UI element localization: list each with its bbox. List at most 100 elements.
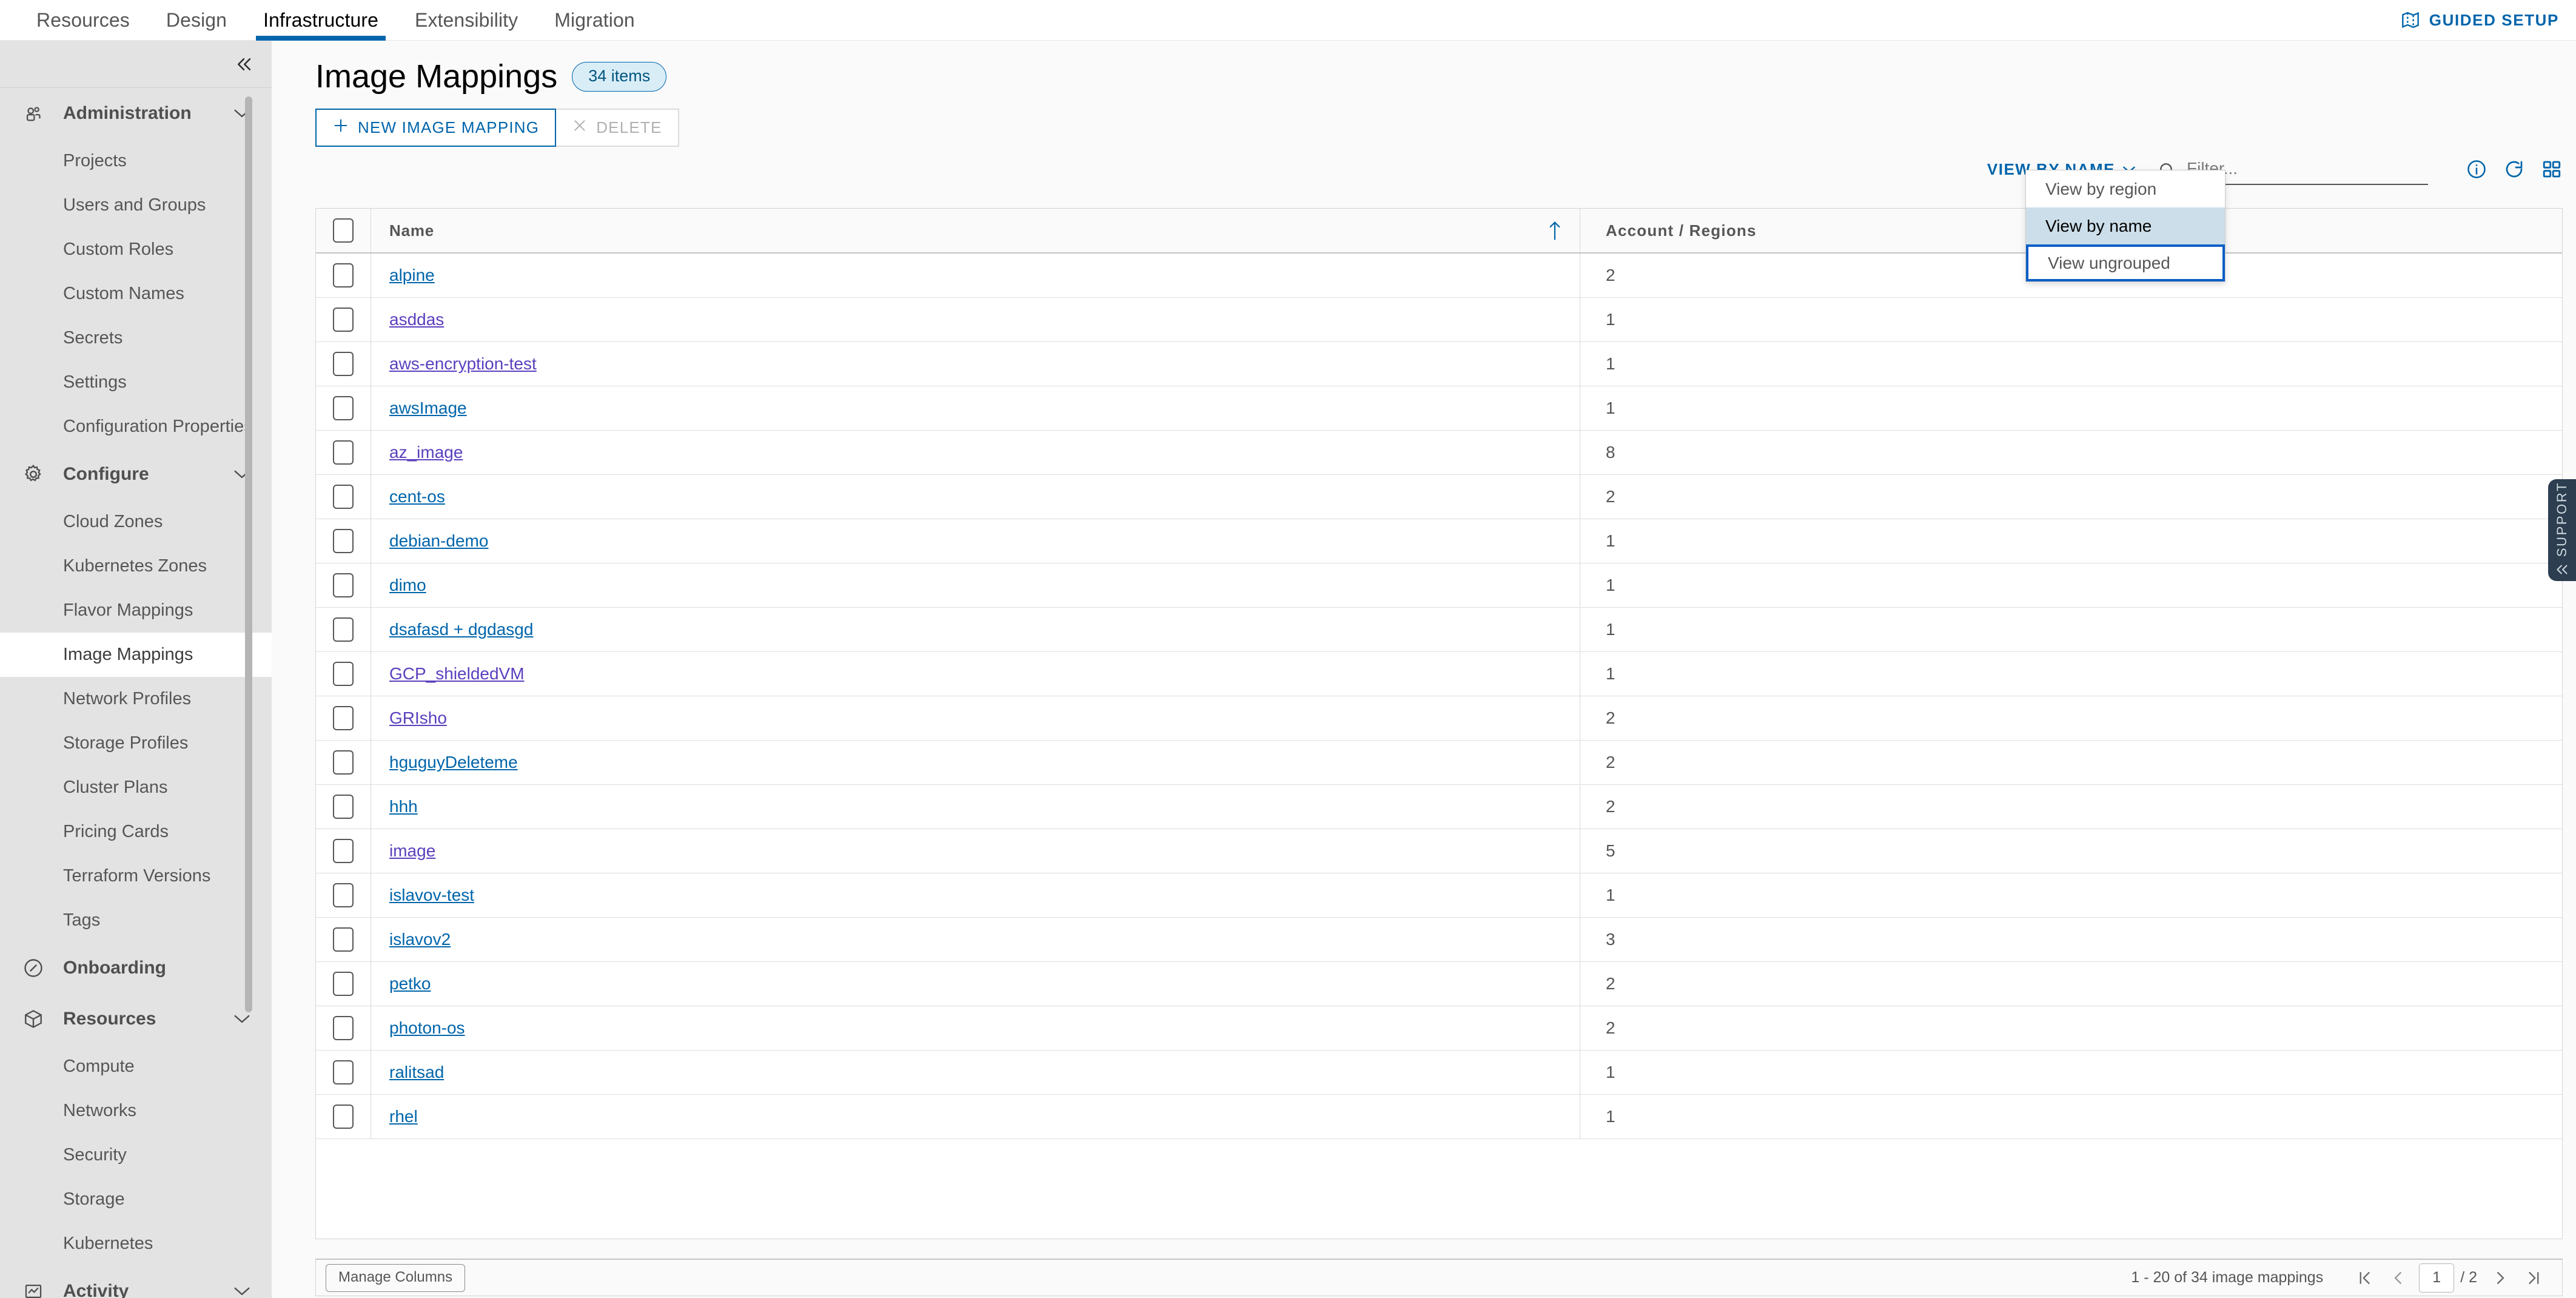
first-page-icon[interactable] — [2347, 1269, 2381, 1287]
table-row[interactable]: asddas 1 — [316, 298, 2562, 342]
sidebar-item-settings[interactable]: Settings — [0, 360, 272, 405]
sidebar-item-storage[interactable]: Storage — [0, 1177, 272, 1222]
row-checkbox[interactable] — [333, 440, 354, 465]
row-checkbox[interactable] — [333, 839, 354, 863]
sidebar-item-custom-roles[interactable]: Custom Roles — [0, 227, 272, 272]
dropdown-item-view-ungrouped[interactable]: View ungrouped — [2026, 244, 2225, 281]
sidebar-item-custom-names[interactable]: Custom Names — [0, 272, 272, 316]
dropdown-item-view-by-region[interactable]: View by region — [2026, 170, 2225, 207]
sidebar-item-users-and-groups[interactable]: Users and Groups — [0, 183, 272, 227]
sidebar-item-compute[interactable]: Compute — [0, 1044, 272, 1089]
sidebar-item-flavor-mappings[interactable]: Flavor Mappings — [0, 588, 272, 633]
sidebar-item-kubernetes-zones[interactable]: Kubernetes Zones — [0, 544, 272, 588]
row-checkbox[interactable] — [333, 662, 354, 686]
table-row[interactable]: aws-encryption-test 1 — [316, 342, 2562, 386]
row-checkbox[interactable] — [333, 1016, 354, 1040]
image-mapping-link[interactable]: islavov-test — [389, 886, 474, 905]
guided-setup-button[interactable]: GUIDED SETUP — [2400, 10, 2559, 30]
sidebar-group-resources[interactable]: Resources — [0, 994, 272, 1044]
table-row[interactable]: photon-os 2 — [316, 1006, 2562, 1051]
row-checkbox[interactable] — [333, 1060, 354, 1084]
image-mapping-link[interactable]: debian-demo — [389, 531, 488, 551]
image-mapping-link[interactable]: GCP_shieldedVM — [389, 664, 525, 684]
sidebar-item-configuration-properties[interactable]: Configuration Properties — [0, 405, 272, 449]
image-mapping-link[interactable]: asddas — [389, 310, 444, 329]
sidebar-group-activity[interactable]: Activity — [0, 1266, 272, 1298]
table-row[interactable]: dimo 1 — [316, 563, 2562, 608]
sidebar-group-configure[interactable]: Configure — [0, 449, 272, 500]
manage-columns-button[interactable]: Manage Columns — [326, 1263, 466, 1292]
top-nav-item-migration[interactable]: Migration — [536, 0, 653, 41]
image-mapping-link[interactable]: hhh — [389, 797, 418, 816]
table-row[interactable]: hhh 2 — [316, 785, 2562, 829]
image-mapping-link[interactable]: awsImage — [389, 398, 467, 418]
table-row[interactable]: ralitsad 1 — [316, 1051, 2562, 1095]
refresh-icon[interactable] — [2503, 158, 2525, 180]
table-row[interactable]: image 5 — [316, 829, 2562, 873]
table-row[interactable]: az_image 8 — [316, 431, 2562, 475]
row-checkbox[interactable] — [333, 529, 354, 553]
row-checkbox[interactable] — [333, 573, 354, 597]
row-checkbox[interactable] — [333, 883, 354, 907]
sidebar-item-secrets[interactable]: Secrets — [0, 316, 272, 360]
column-header-name[interactable]: Name — [371, 209, 1580, 252]
image-mapping-link[interactable]: ralitsad — [389, 1063, 444, 1082]
table-row[interactable]: hguguyDeleteme 2 — [316, 741, 2562, 785]
table-row[interactable]: GRIsho 2 — [316, 696, 2562, 741]
sidebar-item-storage-profiles[interactable]: Storage Profiles — [0, 721, 272, 765]
sidebar-item-terraform-versions[interactable]: Terraform Versions — [0, 854, 272, 898]
sidebar-item-image-mappings[interactable]: Image Mappings — [0, 633, 272, 677]
sidebar-item-projects[interactable]: Projects — [0, 139, 272, 183]
sidebar-item-security[interactable]: Security — [0, 1133, 272, 1177]
top-nav-item-extensibility[interactable]: Extensibility — [397, 0, 536, 41]
row-checkbox[interactable] — [333, 308, 354, 332]
sidebar-item-networks[interactable]: Networks — [0, 1089, 272, 1133]
table-row[interactable]: islavov-test 1 — [316, 873, 2562, 918]
image-mapping-link[interactable]: rhel — [389, 1107, 418, 1126]
row-checkbox[interactable] — [333, 1105, 354, 1129]
image-mapping-link[interactable]: dsafasd + dgdasgd — [389, 620, 533, 639]
row-checkbox[interactable] — [333, 396, 354, 420]
image-mapping-link[interactable]: GRIsho — [389, 708, 447, 728]
sidebar-item-network-profiles[interactable]: Network Profiles — [0, 677, 272, 721]
select-all-checkbox[interactable] — [333, 218, 354, 243]
image-mapping-link[interactable]: islavov2 — [389, 930, 451, 949]
sidebar-item-kubernetes[interactable]: Kubernetes — [0, 1222, 272, 1266]
sidebar-item-tags[interactable]: Tags — [0, 898, 272, 943]
info-icon[interactable] — [2466, 158, 2487, 180]
table-row[interactable]: awsImage 1 — [316, 386, 2562, 431]
image-mapping-link[interactable]: cent-os — [389, 487, 445, 506]
support-tab[interactable]: SUPPORT — [2548, 479, 2576, 581]
table-row[interactable]: cent-os 2 — [316, 475, 2562, 519]
row-checkbox[interactable] — [333, 263, 354, 288]
dropdown-item-view-by-name[interactable]: View by name — [2026, 207, 2225, 244]
image-mapping-link[interactable]: petko — [389, 974, 431, 994]
table-row[interactable]: debian-demo 1 — [316, 519, 2562, 563]
row-checkbox[interactable] — [333, 795, 354, 819]
table-row[interactable]: GCP_shieldedVM 1 — [316, 652, 2562, 696]
image-mapping-link[interactable]: aws-encryption-test — [389, 354, 537, 374]
sidebar-group-administration[interactable]: Administration — [0, 88, 272, 139]
table-row[interactable]: rhel 1 — [316, 1095, 2562, 1139]
previous-page-icon[interactable] — [2381, 1269, 2415, 1287]
row-checkbox[interactable] — [333, 352, 354, 376]
image-mapping-link[interactable]: dimo — [389, 576, 426, 595]
image-mapping-link[interactable]: az_image — [389, 443, 463, 462]
row-checkbox[interactable] — [333, 706, 354, 730]
page-number-input[interactable] — [2419, 1263, 2455, 1293]
image-mapping-link[interactable]: photon-os — [389, 1018, 465, 1038]
table-row[interactable]: dsafasd + dgdasgd 1 — [316, 608, 2562, 652]
table-row[interactable]: islavov2 3 — [316, 918, 2562, 962]
sidebar-group-onboarding[interactable]: Onboarding — [0, 943, 272, 994]
row-checkbox[interactable] — [333, 485, 354, 509]
collapse-sidebar-icon[interactable] — [233, 55, 255, 73]
top-nav-item-infrastructure[interactable]: Infrastructure — [245, 0, 397, 41]
image-mapping-link[interactable]: hguguyDeleteme — [389, 753, 518, 772]
next-page-icon[interactable] — [2483, 1269, 2517, 1287]
last-page-icon[interactable] — [2517, 1269, 2551, 1287]
row-checkbox[interactable] — [333, 927, 354, 952]
top-nav-item-resources[interactable]: Resources — [18, 0, 148, 41]
table-row[interactable]: petko 2 — [316, 962, 2562, 1006]
sidebar-scrollbar-thumb[interactable] — [245, 96, 252, 1012]
new-image-mapping-button[interactable]: NEW IMAGE MAPPING — [315, 109, 557, 147]
